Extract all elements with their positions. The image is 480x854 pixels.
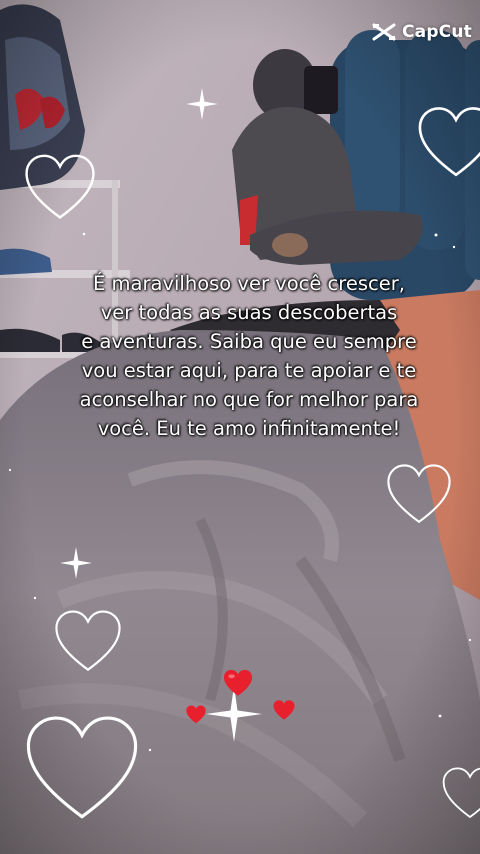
capcut-brand-text: CapCut	[401, 22, 472, 42]
sparkle-icon	[60, 547, 92, 579]
caption-line: É maravilhoso ver você crescer,	[93, 272, 405, 295]
heart-outline-icon	[442, 767, 480, 819]
caption-line: e aventuras. Saiba que eu sempre	[81, 330, 417, 353]
heart-outline-icon	[55, 610, 121, 672]
heart-outline-icon	[387, 464, 451, 524]
heart-outline-icon	[25, 154, 95, 219]
caption-line: você. Eu te amo infinitamente!	[97, 417, 401, 440]
heart-outline-icon	[418, 107, 480, 177]
capcut-watermark: CapCut	[372, 22, 472, 42]
sparkle-icon	[186, 88, 218, 120]
capcut-logo-icon	[372, 23, 396, 41]
caption-line: aconselhar no que for melhor para	[79, 388, 419, 411]
video-frame: CapCut É maravilhoso ver você crescer, v…	[0, 0, 480, 854]
red-heart-icon	[273, 700, 295, 720]
red-heart-icon	[223, 669, 253, 696]
caption-line: ver todas as suas descobertas	[100, 301, 398, 324]
caption-line: vou estar aqui, para te apoiar e te	[81, 359, 417, 382]
heart-outline-icon	[26, 716, 138, 819]
red-heart-icon	[186, 705, 206, 724]
caption-text: É maravilhoso ver você crescer, ver toda…	[34, 269, 464, 443]
